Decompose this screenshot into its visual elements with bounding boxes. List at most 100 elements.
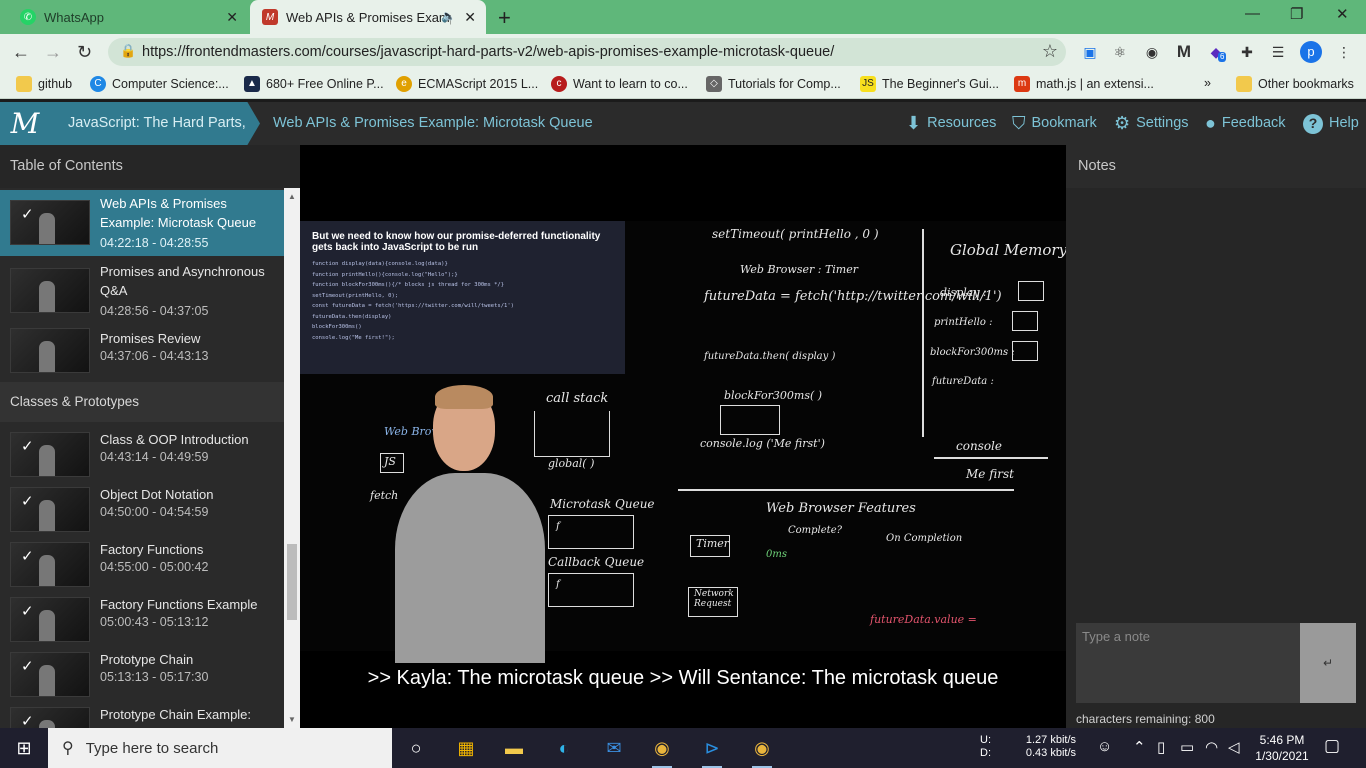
bookmark-mathjs[interactable]: m math.js | an extensi... xyxy=(1014,76,1154,92)
file-explorer-icon[interactable]: ▬ xyxy=(494,732,534,764)
extension-icon[interactable]: ▣ xyxy=(1080,42,1100,62)
bookmark-other[interactable]: Other bookmarks xyxy=(1236,76,1354,92)
scroll-down-arrow-icon[interactable]: ▼ xyxy=(288,715,296,724)
settings-link[interactable]: ⚙ Settings xyxy=(1114,102,1189,145)
speaker-icon[interactable]: 🔈 xyxy=(441,9,456,23)
lesson-title: Class & OOP Introduction xyxy=(100,432,249,447)
profile-avatar[interactable]: p xyxy=(1300,41,1322,63)
resources-link[interactable]: ⬇ Resources xyxy=(906,102,996,145)
close-window-icon[interactable]: ✕ xyxy=(1336,5,1349,23)
extension-icon[interactable]: ◆ 6 xyxy=(1206,42,1227,62)
board-func-box xyxy=(1012,311,1038,331)
lesson-title: Promises Review xyxy=(100,331,201,346)
note-input[interactable] xyxy=(1076,623,1300,703)
windows-start-icon[interactable]: ⊞ xyxy=(0,728,48,768)
board-global: global( ) xyxy=(548,457,595,470)
board-divider xyxy=(922,229,924,437)
video-player[interactable]: But we need to know how our promise-defe… xyxy=(300,145,1066,728)
site-icon: ◇ xyxy=(706,76,722,92)
section-title-classes-prototypes[interactable]: Classes & Prototypes xyxy=(0,382,284,422)
frontendmasters-logo[interactable]: M xyxy=(0,102,50,145)
lesson-item[interactable]: Promises and Asynchronous Q&A 04:28:56 -… xyxy=(0,258,284,324)
lesson-thumbnail: ✓ xyxy=(10,597,90,642)
extension-icon[interactable]: ◉ xyxy=(1142,42,1162,62)
close-tab-icon[interactable]: ✕ xyxy=(226,9,238,26)
bookmark-learn-to-code[interactable]: c Want to learn to co... xyxy=(551,76,688,92)
checkmark-icon: ✓ xyxy=(21,713,34,728)
board-mem-display: display : xyxy=(940,286,987,299)
bookmark-free-online[interactable]: ▲ 680+ Free Online P... xyxy=(244,76,384,92)
new-tab-icon[interactable]: + xyxy=(498,5,511,31)
bookmark-ecmascript[interactable]: e ECMAScript 2015 L... xyxy=(396,76,538,92)
vscode-icon[interactable]: ⊳ xyxy=(692,732,732,768)
bookmark-tutorials[interactable]: ◇ Tutorials for Comp... xyxy=(706,76,841,92)
lesson-title: Web APIs & Promises Example: Microtask Q… xyxy=(100,196,257,230)
bookmark-beginners-guide[interactable]: JS The Beginner's Gui... xyxy=(860,76,999,92)
toc-list[interactable]: ✓ Web APIs & Promises Example: Microtask… xyxy=(0,188,300,728)
store-icon[interactable]: ▦ xyxy=(446,732,486,764)
settings-label: Settings xyxy=(1136,115,1189,131)
lesson-item[interactable]: ✓ Class & OOP Introduction 04:43:14 - 04… xyxy=(0,426,284,481)
upload-label: U: xyxy=(980,734,991,746)
reading-list-icon[interactable]: ☰ xyxy=(1268,42,1288,62)
notifications-icon[interactable]: ▢ xyxy=(1324,736,1340,756)
lesson-item[interactable]: ✓ Object Dot Notation 04:50:00 - 04:54:5… xyxy=(0,481,284,536)
address-bar[interactable]: 🔒 https://frontendmasters.com/courses/ja… xyxy=(108,38,1066,66)
bookmark-computer-science[interactable]: C Computer Science:... xyxy=(90,76,229,92)
react-devtools-icon[interactable]: ⚛ xyxy=(1110,42,1130,62)
tab-whatsapp[interactable]: ✆ WhatsApp ✕ xyxy=(8,0,248,34)
board-func-box xyxy=(1012,341,1038,361)
submit-note-button[interactable]: ↵ xyxy=(1300,623,1356,703)
lesson-item[interactable]: Promises Review 04:37:06 - 04:43:13 xyxy=(0,325,284,377)
chrome-icon[interactable]: ◉ xyxy=(642,732,682,768)
tab-frontendmasters[interactable]: M Web APIs & Promises Examp 🔈 ✕ xyxy=(250,0,486,34)
edge-icon[interactable]: ◐ xyxy=(544,732,584,764)
system-clock[interactable]: 5:46 PM 1/30/2021 xyxy=(1252,732,1312,764)
restore-icon[interactable]: ❐ xyxy=(1290,5,1303,23)
people-icon[interactable]: ☺ xyxy=(1097,738,1112,755)
bookmark-star-icon[interactable]: ☆ xyxy=(1042,41,1058,62)
board-global-memory: Global Memory xyxy=(950,241,1066,259)
battery-icon[interactable]: ▭ xyxy=(1180,738,1194,756)
toc-scrollbar[interactable]: ▲ ▼ xyxy=(284,188,300,728)
more-bookmarks-chevron[interactable]: » xyxy=(1204,76,1211,90)
reload-icon[interactable]: ↻ xyxy=(77,42,92,63)
lesson-item[interactable]: ✓ Factory Functions 04:55:00 - 05:00:42 xyxy=(0,536,284,591)
bookmark-label: » xyxy=(1204,76,1211,90)
back-icon[interactable]: ← xyxy=(12,42,30,63)
bookmark-label: ECMAScript 2015 L... xyxy=(418,77,539,91)
board-f: f xyxy=(556,521,560,532)
device-icon[interactable]: ▯ xyxy=(1157,738,1165,756)
lesson-item[interactable]: ✓ Factory Functions Example 05:00:43 - 0… xyxy=(0,591,284,646)
lesson-item[interactable]: ✓ Prototype Chain Example: xyxy=(0,701,284,728)
scrollbar-thumb[interactable] xyxy=(287,544,297,620)
close-tab-icon[interactable]: ✕ xyxy=(464,9,476,26)
minimize-icon[interactable]: — xyxy=(1245,5,1260,22)
menu-kebab-icon[interactable]: ⋮ xyxy=(1334,42,1354,62)
chrome-profile-icon[interactable]: ◉ xyxy=(742,732,782,768)
taskbar-search[interactable]: ⚲ Type here to search xyxy=(48,728,392,768)
lesson-title: Factory Functions Example xyxy=(100,597,258,612)
wifi-icon[interactable]: ◠ xyxy=(1205,738,1218,756)
feedback-link[interactable]: ● Feedback xyxy=(1205,102,1286,145)
lesson-item[interactable]: ✓ Prototype Chain 05:13:13 - 05:17:30 xyxy=(0,646,284,701)
extensions-puzzle-icon[interactable]: ✚ xyxy=(1237,42,1257,62)
lock-icon[interactable]: 🔒 xyxy=(120,43,136,59)
lesson-thumbnail: ✓ xyxy=(10,652,90,697)
mail-icon[interactable]: ✉ xyxy=(594,732,634,764)
url-text[interactable]: https://frontendmasters.com/courses/java… xyxy=(142,44,834,60)
help-icon: ? xyxy=(1303,113,1323,134)
extension-m-icon[interactable]: M xyxy=(1174,42,1194,62)
toc-heading: Table of Contents xyxy=(0,145,300,188)
code-line: function blockFor300ms(){/* blocks js th… xyxy=(312,282,505,288)
bookmark-github[interactable]: github xyxy=(16,76,72,92)
volume-icon[interactable]: ◁ xyxy=(1228,738,1240,756)
forward-icon[interactable]: → xyxy=(44,42,62,63)
cortana-icon[interactable]: ○ xyxy=(396,732,436,764)
chevron-up-icon[interactable]: ⌃ xyxy=(1133,738,1146,756)
help-link[interactable]: ? Help xyxy=(1303,102,1359,145)
bookmark-link[interactable]: ⛉ Bookmark xyxy=(1012,102,1097,145)
breadcrumb-course[interactable]: JavaScript: The Hard Parts, v2 xyxy=(50,102,260,145)
lesson-item-active[interactable]: ✓ Web APIs & Promises Example: Microtask… xyxy=(0,190,284,256)
scroll-up-arrow-icon[interactable]: ▲ xyxy=(288,192,296,201)
